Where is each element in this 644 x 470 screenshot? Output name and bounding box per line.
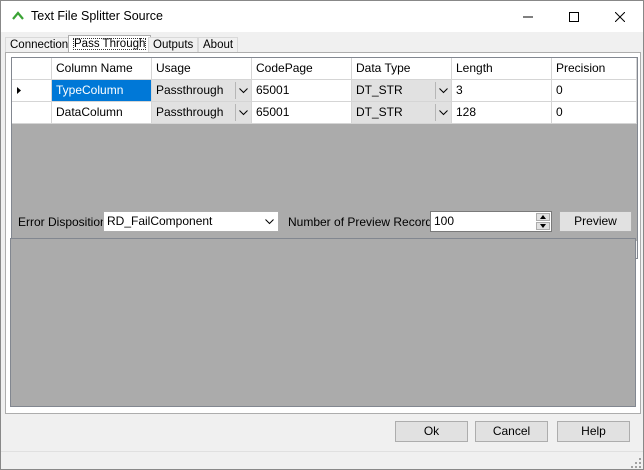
cell-column-name[interactable]: DataColumn [52,102,152,124]
tab-outputs[interactable]: Outputs [148,37,199,53]
column-header-name[interactable]: Column Name [52,58,152,80]
minimize-button[interactable] [505,1,551,32]
cell-datatype-value: DT_STR [356,83,403,97]
current-row-icon [17,87,21,94]
row-header[interactable] [12,80,52,102]
cell-usage-value: Passthrough [156,105,224,119]
preview-records-label: Number of Preview Records [288,215,439,229]
tab-pass-through[interactable]: Pass Through [68,35,152,53]
corner-header [12,58,52,80]
cell-codepage[interactable]: 65001 [252,80,352,102]
status-bar [1,451,643,469]
cell-codepage[interactable]: 65001 [252,102,352,124]
stepper-up-icon[interactable] [536,213,550,221]
preview-records-value: 100 [434,214,455,228]
error-disposition-label: Error Disposition [18,215,107,229]
cell-length[interactable]: 3 [452,80,552,102]
window-title: Text File Splitter Source [31,9,163,23]
ok-button[interactable]: Ok [395,421,468,442]
tab-label: About [203,39,234,51]
dialog-window: Text File Splitter Source Connection Pas… [0,0,644,470]
error-disposition-select[interactable]: RD_FailComponent [103,211,279,232]
column-header-length[interactable]: Length [452,58,552,80]
title-bar[interactable]: Text File Splitter Source [1,1,643,32]
cell-usage-value: Passthrough [156,83,224,97]
cell-datatype-combo[interactable]: DT_STR [352,102,452,124]
cancel-button[interactable]: Cancel [475,421,548,442]
minimize-icon [523,16,533,17]
chevron-down-icon[interactable] [435,104,451,121]
cell-usage-combo[interactable]: Passthrough [152,80,252,102]
resize-grip-icon[interactable] [631,458,641,468]
preview-area [10,238,636,407]
chevron-down-icon[interactable] [235,104,251,121]
cell-length[interactable]: 128 [452,102,552,124]
preview-records-stepper[interactable]: 100 [430,211,552,232]
tab-strip: Connection Pass Through Outputs About [5,35,639,53]
cell-datatype-combo[interactable]: DT_STR [352,80,452,102]
cell-precision[interactable]: 0 [552,80,637,102]
stepper-down-icon[interactable] [536,222,550,230]
stepper-buttons [536,213,550,230]
maximize-button[interactable] [551,1,597,32]
cell-column-name[interactable]: TypeColumn [52,80,152,102]
tab-label: Connection [10,39,69,51]
maximize-icon [569,11,579,22]
chevron-down-icon[interactable] [435,82,451,99]
app-icon [12,11,24,20]
column-header-usage[interactable]: Usage [152,58,252,80]
preview-button[interactable]: Preview [559,211,632,232]
tab-connection[interactable]: Connection [5,37,74,53]
tab-label: Outputs [153,39,194,51]
column-header-codepage[interactable]: CodePage [252,58,352,80]
cell-datatype-value: DT_STR [356,105,403,119]
error-disposition-value: RD_FailComponent [107,214,213,228]
tab-label: Pass Through [73,38,147,50]
help-button[interactable]: Help [557,421,630,442]
close-button[interactable] [597,1,643,32]
chevron-down-icon [263,213,275,230]
chevron-down-icon[interactable] [235,82,251,99]
column-header-precision[interactable]: Precision [552,58,637,80]
tab-about[interactable]: About [198,37,239,53]
row-header[interactable] [12,102,52,124]
pass-through-panel: Column Name Usage CodePage Data Type Len… [5,52,641,414]
cell-precision[interactable]: 0 [552,102,637,124]
close-icon [615,11,625,22]
cell-usage-combo[interactable]: Passthrough [152,102,252,124]
column-header-datatype[interactable]: Data Type [352,58,452,80]
